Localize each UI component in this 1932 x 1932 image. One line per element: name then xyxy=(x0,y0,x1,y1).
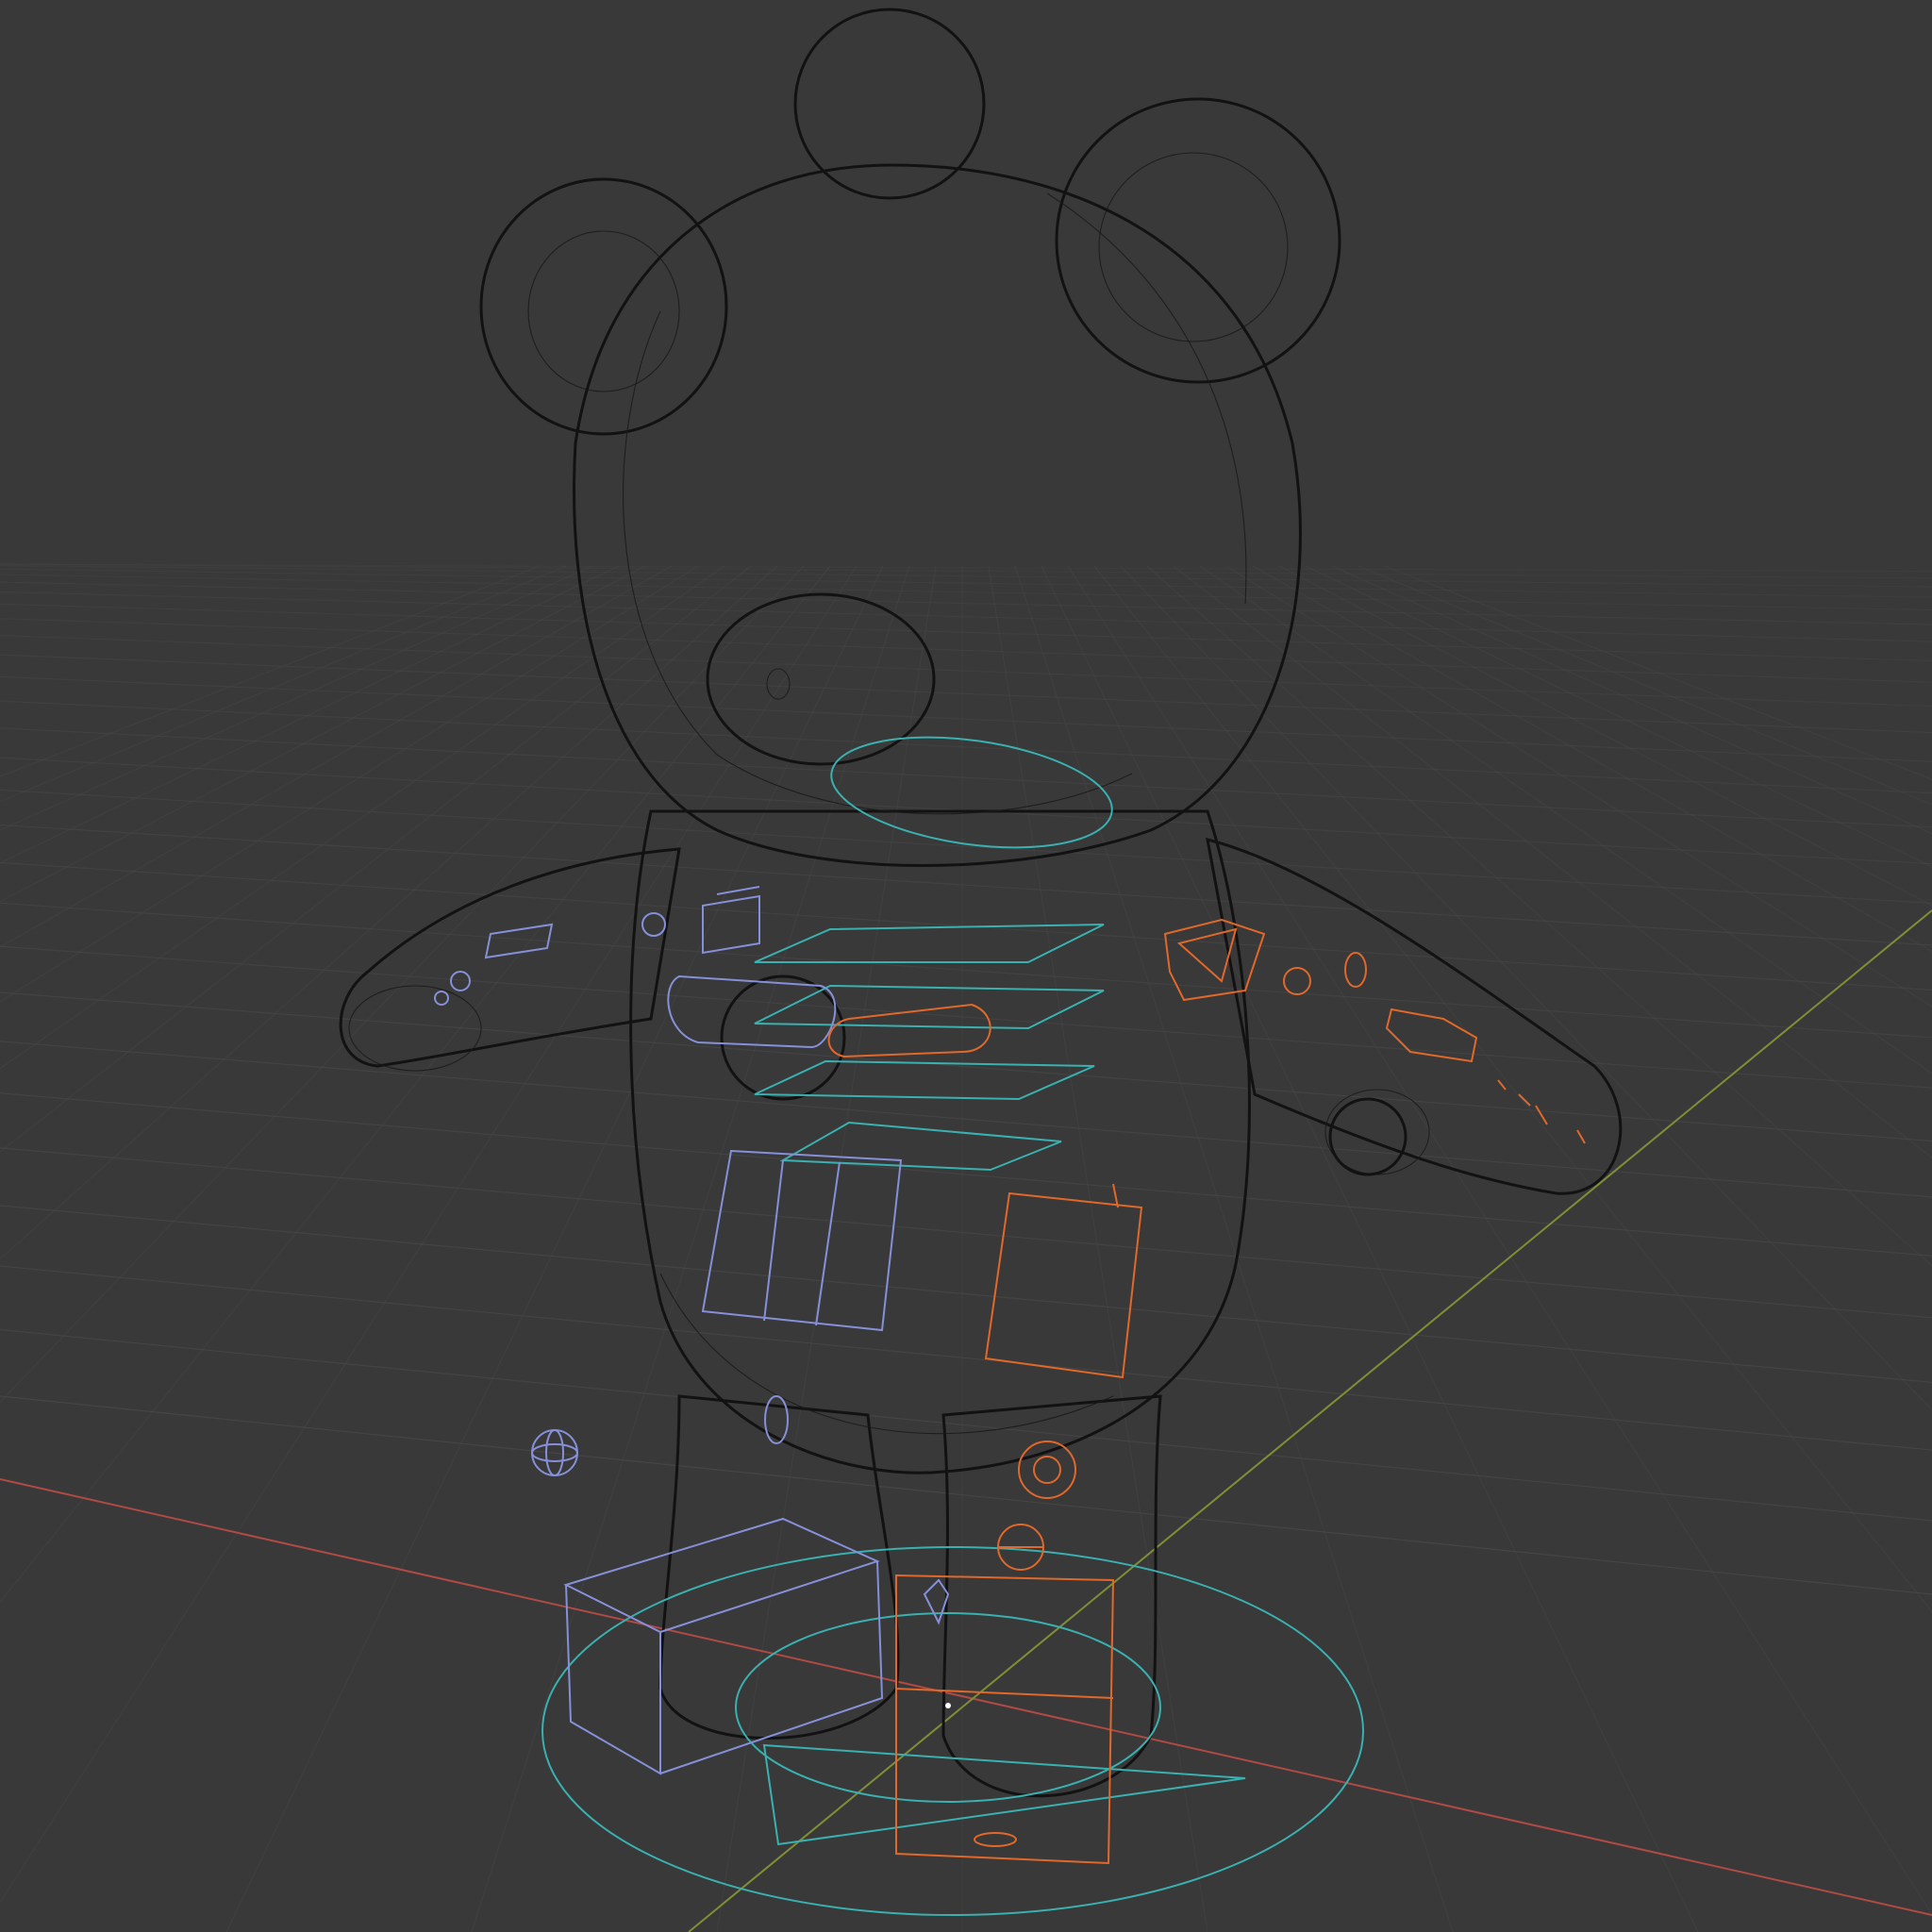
hips-control[interactable] xyxy=(779,1121,1062,1172)
3d-cursor[interactable] xyxy=(945,1703,951,1708)
grid-line xyxy=(0,565,673,948)
floor-grid xyxy=(0,563,1932,1932)
grid-line xyxy=(0,565,541,777)
grid-line xyxy=(0,635,1932,708)
grid-line xyxy=(0,565,593,831)
grid-line xyxy=(1199,565,1932,1074)
left-hand-ik-control[interactable] xyxy=(667,974,837,1049)
grid-line xyxy=(0,563,1932,573)
grid-line xyxy=(1041,565,1699,1932)
grid-line xyxy=(0,574,1932,611)
root-direction-arrow[interactable] xyxy=(762,1743,1246,1846)
right-foot-ik-control[interactable] xyxy=(895,1574,1115,1865)
grid-line xyxy=(0,1395,1932,1595)
right-heel-control[interactable] xyxy=(974,1832,1017,1847)
grid-line xyxy=(0,565,725,1070)
grid-line xyxy=(0,789,1932,904)
left-shoulder-control[interactable] xyxy=(702,886,760,955)
grid-line xyxy=(0,565,646,903)
left-heel-control[interactable] xyxy=(923,1578,950,1625)
right-pole-target-control[interactable] xyxy=(1018,1441,1076,1499)
right-arm-mesh xyxy=(1206,837,1623,1195)
grid-line xyxy=(0,618,1932,683)
right-knee-control[interactable] xyxy=(997,1524,1044,1571)
spine-control-2[interactable] xyxy=(754,984,1105,1030)
right-ear-mesh xyxy=(1055,97,1341,384)
grid-line xyxy=(225,565,884,1932)
grid-line xyxy=(471,565,910,1932)
right-hip-control[interactable] xyxy=(984,1183,1143,1379)
grid-line xyxy=(1331,565,1932,835)
right-hand-mesh xyxy=(1328,1097,1407,1176)
right-elbow-control[interactable] xyxy=(1283,967,1311,995)
grid-line xyxy=(1173,565,1932,1159)
grid-line xyxy=(0,581,1932,625)
right-fingers-control[interactable] xyxy=(1497,1079,1586,1144)
y-axis-line xyxy=(688,909,1932,1932)
head-mesh xyxy=(573,163,1302,867)
grid-line xyxy=(0,700,1932,794)
grid-line xyxy=(1146,565,1932,1267)
3d-viewport[interactable] xyxy=(0,0,1932,1932)
viewport-canvas[interactable] xyxy=(0,0,1932,1932)
grid-line xyxy=(1225,565,1932,1008)
right-hand-ik-control[interactable] xyxy=(827,1003,991,1058)
grid-line xyxy=(0,565,699,1003)
grid-line xyxy=(0,565,805,1404)
grid-line xyxy=(0,675,1932,762)
grid-line xyxy=(1014,565,1454,1932)
grid-line xyxy=(1305,565,1932,868)
x-axis-line xyxy=(0,1478,1932,1916)
grid-line xyxy=(1067,565,1932,1916)
grid-line xyxy=(1093,565,1932,1613)
left-rig-controls[interactable] xyxy=(434,886,950,1775)
grid-line xyxy=(0,591,1932,642)
left-leg-mesh xyxy=(658,1394,900,1740)
grid-line xyxy=(1252,565,1932,953)
right-leg-mesh xyxy=(941,1394,1162,1798)
left-hip-control[interactable] xyxy=(701,1149,903,1332)
left-elbow-control[interactable] xyxy=(641,912,666,937)
left-ear-mesh xyxy=(479,177,728,436)
left-foot-ik-control[interactable] xyxy=(563,1517,884,1775)
grid-line xyxy=(0,603,1932,661)
bear-mesh[interactable] xyxy=(339,8,1623,1798)
left-arm-mesh xyxy=(339,847,681,1072)
right-forearm-control[interactable] xyxy=(1344,952,1367,988)
grid-line xyxy=(1120,565,1932,1411)
